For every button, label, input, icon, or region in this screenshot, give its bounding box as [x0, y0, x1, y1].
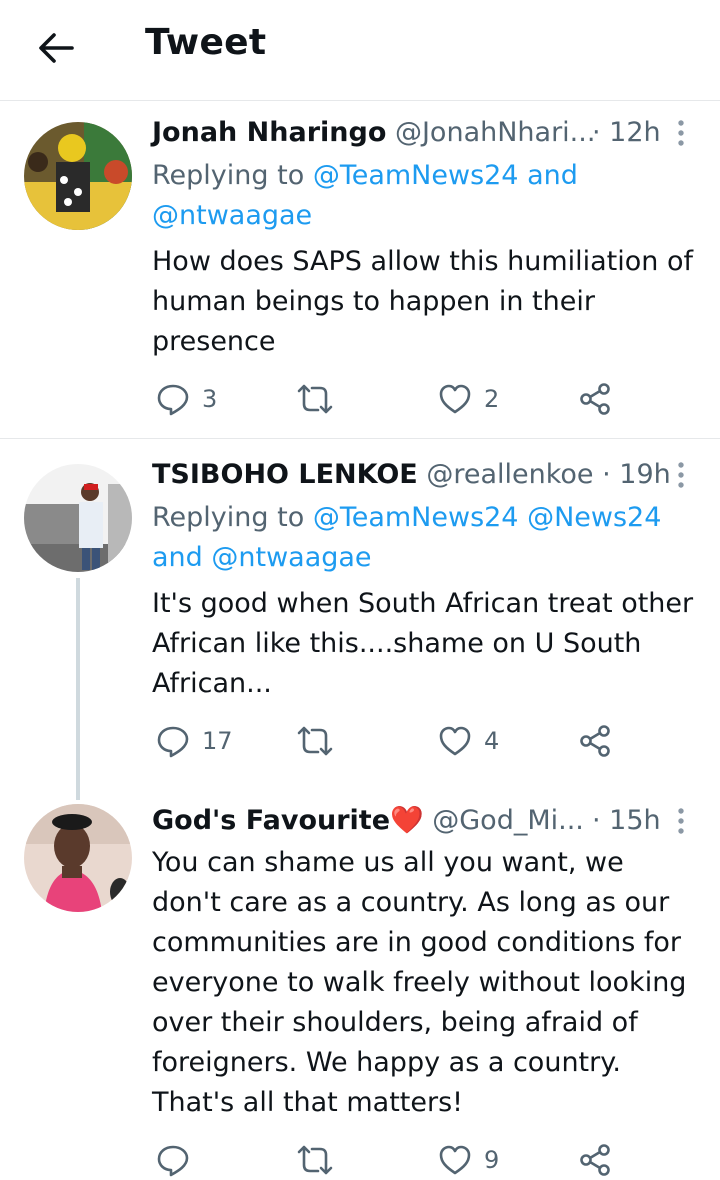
display-name[interactable]: TSIBOHO LENKOE [152, 459, 418, 490]
share-button[interactable] [578, 721, 612, 761]
tweet-text: How does SAPS allow this humiliation of h… [152, 246, 694, 357]
top-bar: Tweet [0, 0, 720, 101]
tweet-header: TSIBOHO LENKOE @reallenkoe · 19h [152, 458, 671, 492]
avatar-tsiboho[interactable] [24, 464, 132, 572]
more-options-button[interactable] [666, 116, 696, 150]
tweet-text: It's good when South African treat other… [152, 588, 694, 699]
page-title: Tweet [145, 22, 267, 63]
user-handle[interactable]: @reallenkoe [426, 459, 593, 490]
replying-to: Replying to @TeamNews24 @News24 and @ntw… [152, 502, 662, 573]
reply-count: 17 [202, 727, 233, 755]
user-handle[interactable]: @God_Mi... [432, 805, 584, 836]
tweet-header: God's Favourite❤️ @God_Mi... [152, 804, 584, 838]
share-icon [580, 383, 610, 415]
reply-icon [157, 384, 189, 416]
heart-emoji: ❤️ [390, 805, 424, 836]
avatar-image [24, 122, 132, 230]
avatar-image [24, 804, 132, 912]
more-vertical-icon [678, 462, 684, 488]
reply-button[interactable]: 17 [156, 721, 233, 761]
timestamp[interactable]: · 19h [602, 459, 671, 490]
more-vertical-icon [678, 808, 684, 834]
retweet-icon [297, 384, 333, 414]
share-button[interactable] [578, 1140, 612, 1180]
reply-count: 3 [202, 385, 218, 413]
reply-button[interactable] [156, 1140, 202, 1180]
avatar-image [24, 464, 132, 572]
heart-icon [439, 726, 471, 756]
retweet-button[interactable] [296, 379, 346, 419]
reply-icon [157, 1145, 189, 1177]
display-name[interactable]: Jonah Nharingo [152, 117, 386, 148]
replying-to: Replying to @TeamNews24 and @ntwaagae [152, 160, 578, 231]
heart-icon [439, 384, 471, 414]
like-button[interactable]: 9 [438, 1140, 499, 1180]
avatar-jonah[interactable] [24, 122, 132, 230]
like-count: 2 [484, 385, 500, 413]
like-count: 9 [484, 1146, 500, 1174]
retweet-icon [297, 726, 333, 756]
like-button[interactable]: 4 [438, 721, 499, 761]
more-vertical-icon [678, 120, 684, 146]
mention-link[interactable]: @TeamNews24 @News24 [313, 502, 662, 533]
divider [0, 438, 720, 439]
like-count: 4 [484, 727, 500, 755]
reply-button[interactable]: 3 [156, 379, 217, 419]
timestamp[interactable]: · 15h [592, 804, 661, 838]
share-icon [580, 1144, 610, 1176]
mention-link[interactable]: @ntwaagae [152, 200, 312, 231]
share-button[interactable] [578, 379, 612, 419]
tweet-text: You can shame us all you want, we don't c… [152, 847, 687, 1118]
thread-connector [76, 578, 80, 800]
mention-link[interactable]: and @ntwaagae [152, 542, 372, 573]
tweet-header: Jonah Nharingo @JonahNhari... [152, 116, 595, 150]
more-options-button[interactable] [666, 804, 696, 838]
user-handle[interactable]: @JonahNhari... [395, 117, 595, 148]
back-button[interactable] [34, 26, 78, 70]
retweet-button[interactable] [296, 721, 346, 761]
avatar-gods-favourite[interactable] [24, 804, 132, 912]
mention-link[interactable]: @TeamNews24 and [313, 160, 578, 191]
retweet-button[interactable] [296, 1140, 346, 1180]
more-options-button[interactable] [666, 458, 696, 492]
like-button[interactable]: 2 [438, 379, 499, 419]
timestamp[interactable]: · 12h [592, 116, 661, 150]
reply-icon [157, 726, 189, 758]
display-name[interactable]: God's Favourite [152, 805, 390, 836]
share-icon [580, 725, 610, 757]
heart-icon [439, 1145, 471, 1175]
arrow-left-icon [39, 33, 74, 63]
retweet-icon [297, 1145, 333, 1175]
